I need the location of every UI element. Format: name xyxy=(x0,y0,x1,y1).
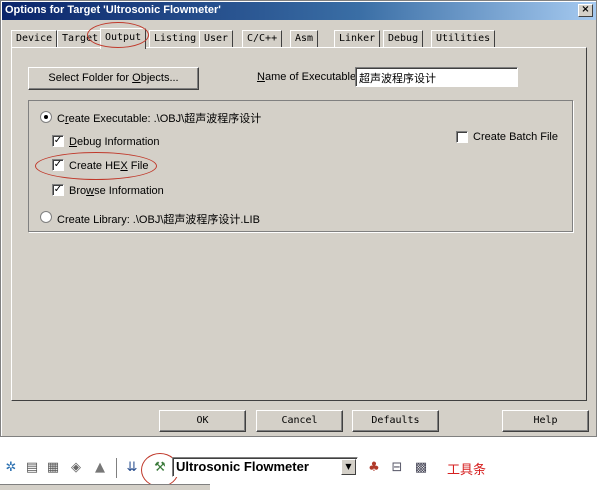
toolbar-annotation: 工具条 xyxy=(447,462,487,477)
select-folder-mnemonic: O xyxy=(132,72,141,84)
target-select-value: Ultrosonic Flowmeter xyxy=(176,459,309,474)
close-button[interactable]: × xyxy=(578,4,593,17)
title-bar[interactable]: Options for Target 'Ultrosonic Flowmeter… xyxy=(2,2,596,20)
configure-tools-icon[interactable]: ▩ xyxy=(413,460,429,476)
tab-user[interactable]: User xyxy=(199,30,234,48)
tab-listing[interactable]: Listing xyxy=(149,30,202,48)
create-batch-file-label: Create Batch File xyxy=(473,131,558,143)
target-select[interactable]: Ultrosonic Flowmeter ▼ xyxy=(172,457,358,477)
select-folder-button[interactable]: Select Folder for Objects... xyxy=(28,67,199,90)
batch-build-icon[interactable]: ◈ xyxy=(68,460,84,476)
executable-name-label-rest: ame of Executable: xyxy=(264,71,360,83)
load-flash-icon[interactable]: ⇊ xyxy=(124,460,140,476)
help-button[interactable]: Help xyxy=(502,410,589,432)
browse-information-text-rest: se Information xyxy=(94,185,164,197)
check-icon: ✓ xyxy=(53,184,63,195)
executable-name-label: Name of Executable: xyxy=(257,71,359,83)
check-icon: ✓ xyxy=(53,135,63,146)
create-executable-radio[interactable] xyxy=(40,111,52,123)
debug-information-label: Debug Information xyxy=(69,136,160,148)
window-title: Options for Target 'Ultrosonic Flowmeter… xyxy=(5,4,221,16)
select-folder-label: Select Folder for xyxy=(48,72,133,84)
translate-icon[interactable]: ✲ xyxy=(3,460,19,476)
browse-information-label: Browse Information xyxy=(69,185,164,197)
build-toolbar: ✲ ▤ ▦ ◈ ▲ ⇊ ⚒ Ultrosonic Flowmeter ▼ ♣ ⊟… xyxy=(0,448,600,490)
defaults-button[interactable]: Defaults xyxy=(352,410,439,432)
browse-information-text: Bro xyxy=(69,185,87,197)
status-strip xyxy=(0,484,210,490)
create-library-label: Create Library: .\OBJ\超声波程序设计.LIB xyxy=(57,214,260,226)
create-library-radio[interactable] xyxy=(40,211,52,223)
create-executable-text: C xyxy=(57,113,65,125)
options-dialog: Options for Target 'Ultrosonic Flowmeter… xyxy=(0,0,597,437)
stop-build-icon[interactable]: ▲ xyxy=(92,460,108,476)
select-folder-label-rest: bjects... xyxy=(140,72,179,84)
rebuild-all-icon[interactable]: ▦ xyxy=(45,460,61,476)
tab-linker[interactable]: Linker xyxy=(334,30,381,48)
tab-debug[interactable]: Debug xyxy=(383,30,424,48)
select-device-icon[interactable]: ♣ xyxy=(366,460,382,476)
debug-information-checkbox[interactable]: ✓ xyxy=(52,135,64,147)
annotation-circle-output-tab xyxy=(87,22,149,48)
manage-components-icon[interactable]: ⊟ xyxy=(389,460,405,476)
cancel-button[interactable]: Cancel xyxy=(256,410,343,432)
browse-information-checkbox[interactable]: ✓ xyxy=(52,184,64,196)
toolbar-separator xyxy=(116,458,118,478)
executable-name-input[interactable]: 超声波程序设计 xyxy=(355,67,518,87)
debug-information-text: ebug Information xyxy=(76,136,160,148)
tab-cpp[interactable]: C/C++ xyxy=(242,30,283,48)
annotation-circle-hex xyxy=(35,152,157,180)
tab-utilities[interactable]: Utilities xyxy=(431,30,496,48)
tab-asm[interactable]: Asm xyxy=(290,30,319,48)
debug-information-mnemonic: D xyxy=(69,136,77,148)
tab-device[interactable]: Device xyxy=(11,30,58,48)
browse-information-mnemonic: w xyxy=(86,185,95,197)
create-batch-file-checkbox[interactable] xyxy=(456,131,468,143)
close-icon: × xyxy=(581,4,590,15)
executable-name-mnemonic: N xyxy=(257,71,265,83)
create-executable-path: eate Executable: .\OBJ\超声波程序设计 xyxy=(68,113,262,125)
create-executable-label: Create Executable: .\OBJ\超声波程序设计 xyxy=(57,110,261,126)
ok-button[interactable]: OK xyxy=(159,410,246,432)
build-icon[interactable]: ▤ xyxy=(24,460,40,476)
chevron-down-icon[interactable]: ▼ xyxy=(341,459,356,475)
